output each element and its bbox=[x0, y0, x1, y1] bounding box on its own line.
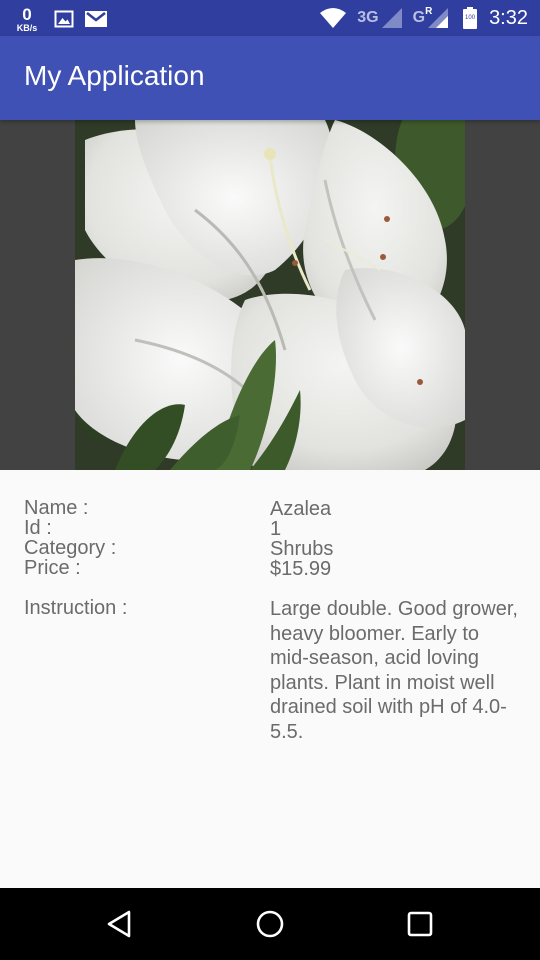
status-clock: 3:32 bbox=[489, 6, 528, 29]
back-button[interactable] bbox=[96, 900, 144, 948]
net-speed-unit: KB/s bbox=[16, 22, 38, 33]
battery-icon: 100 bbox=[463, 7, 478, 29]
navigation-bar bbox=[0, 888, 540, 960]
net-speed-value: 0 bbox=[22, 4, 32, 24]
image-icon bbox=[54, 10, 74, 28]
wifi-icon bbox=[319, 7, 347, 29]
recents-button[interactable] bbox=[396, 900, 444, 948]
plant-image-container bbox=[0, 120, 540, 470]
status-left-group: 0 KB/s bbox=[10, 2, 108, 36]
price-value: $15.99 bbox=[270, 558, 332, 580]
signal-roaming-icon: R bbox=[425, 6, 449, 29]
price-label: Price : bbox=[24, 557, 81, 579]
app-title: My Application bbox=[24, 60, 205, 91]
battery-level: 100 bbox=[465, 15, 476, 21]
back-icon bbox=[107, 910, 131, 938]
net-speed-indicator: 0 KB/s bbox=[10, 6, 44, 33]
network-3g-label: 3G bbox=[357, 9, 379, 26]
home-icon bbox=[256, 910, 284, 938]
network-g-label: G bbox=[412, 9, 426, 26]
signal-icon bbox=[381, 7, 403, 29]
home-button[interactable] bbox=[246, 900, 294, 948]
status-bar: 0 KB/s 3G G R 100 3:32 bbox=[0, 0, 540, 36]
instruction-label: Instruction : bbox=[24, 597, 128, 619]
roaming-label: R bbox=[425, 6, 433, 17]
screen: 0 KB/s 3G G R 100 3:32 My Application Na… bbox=[0, 0, 540, 960]
plant-photo bbox=[75, 120, 465, 470]
app-bar: My Application bbox=[0, 36, 540, 120]
gmail-icon bbox=[84, 10, 108, 28]
recents-icon bbox=[407, 911, 433, 937]
instruction-value: Large double. Good grower, heavy bloomer… bbox=[270, 598, 518, 743]
status-right-group: 3G G R 100 3:32 bbox=[309, 0, 528, 36]
